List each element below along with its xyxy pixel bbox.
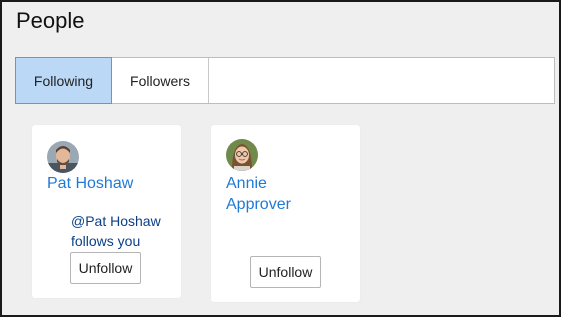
avatar [47,141,79,173]
person-card: Pat Hoshaw @Pat Hoshaw follows you Unfol… [32,125,181,298]
person-card: Annie Approver Unfollow [211,125,360,302]
man-portrait-icon [47,141,79,173]
woman-glasses-portrait-icon [226,139,258,171]
tab-followers[interactable]: Followers [112,58,209,103]
tab-bar: Following Followers [15,57,555,104]
people-panel: People Following Followers Pat Hoshaw @P… [0,0,561,317]
avatar [226,139,258,171]
unfollow-button[interactable]: Unfollow [70,252,141,284]
person-name-link[interactable]: Pat Hoshaw [47,173,172,194]
person-name-link[interactable]: Annie Approver [226,173,306,215]
follows-you-note: @Pat Hoshaw follows you [71,213,161,249]
page-title: People [16,8,85,33]
tab-bar-spacer [209,58,554,103]
tab-following[interactable]: Following [15,57,112,104]
unfollow-button[interactable]: Unfollow [250,256,321,288]
